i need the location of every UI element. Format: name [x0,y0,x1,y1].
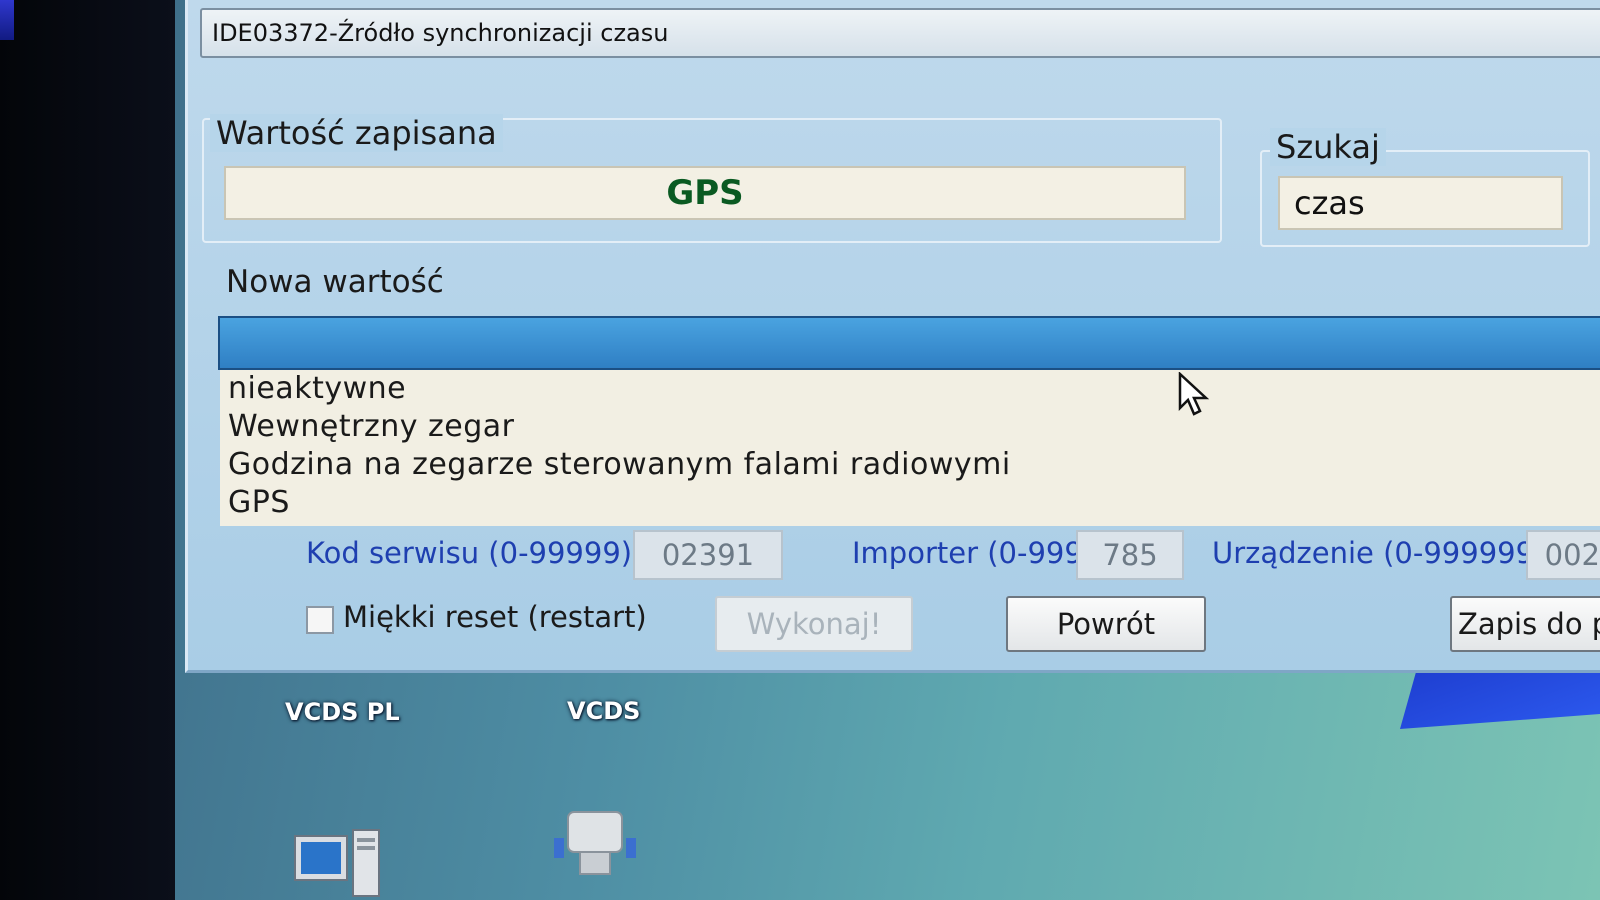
device-label: Urządzenie (0-999999): [1212,536,1556,570]
saved-value-label: Wartość zapisana [210,114,503,152]
search-label: Szukaj [1270,128,1386,166]
screen-glow [0,0,14,40]
service-code-label: Kod serwisu (0-99999): [306,536,642,570]
desktop-wallpaper-shape [1400,672,1600,729]
save-to-file-button[interactable]: Zapis do pli [1450,596,1600,652]
saved-value-display: GPS [224,166,1186,220]
dropdown-option-radio-clock[interactable]: Godzina na zegarze sterowanym falami rad… [220,446,1600,484]
desktop-icon-vcds-label[interactable]: VCDS [567,697,640,725]
computer-icon[interactable] [293,828,383,898]
channel-title-field: IDE03372-Źródło synchronizacji czasu [200,8,1600,58]
interface-icon[interactable] [550,808,640,878]
dropdown-option-gps[interactable]: GPS [220,484,1600,522]
soft-reset-checkbox[interactable] [306,606,334,634]
dropdown-option-inactive[interactable]: nieaktywne [220,370,1600,408]
screen-left-edge [0,0,175,900]
importer-label: Importer (0-999): [852,536,1104,570]
service-code-field[interactable]: 02391 [633,530,783,580]
mouse-cursor-icon [1178,372,1210,416]
search-input[interactable] [1278,176,1563,230]
importer-field[interactable]: 785 [1076,530,1184,580]
adaptation-dialog: IDE03372-Źródło synchronizacji czasu War… [185,0,1600,673]
back-button[interactable]: Powrót [1006,596,1206,652]
new-value-label: Nowa wartość [226,264,444,300]
soft-reset-label: Miękki reset (restart) [343,600,647,634]
desktop-icon-vcds-pl-label[interactable]: VCDS PL [285,698,400,726]
execute-button[interactable]: Wykonaj! [715,596,913,652]
device-field[interactable]: 002 [1526,530,1600,580]
new-value-dropdown-list: nieaktywne Wewnętrzny zegar Godzina na z… [220,370,1600,526]
dropdown-option-internal-clock[interactable]: Wewnętrzny zegar [220,408,1600,446]
new-value-select[interactable] [218,316,1600,370]
